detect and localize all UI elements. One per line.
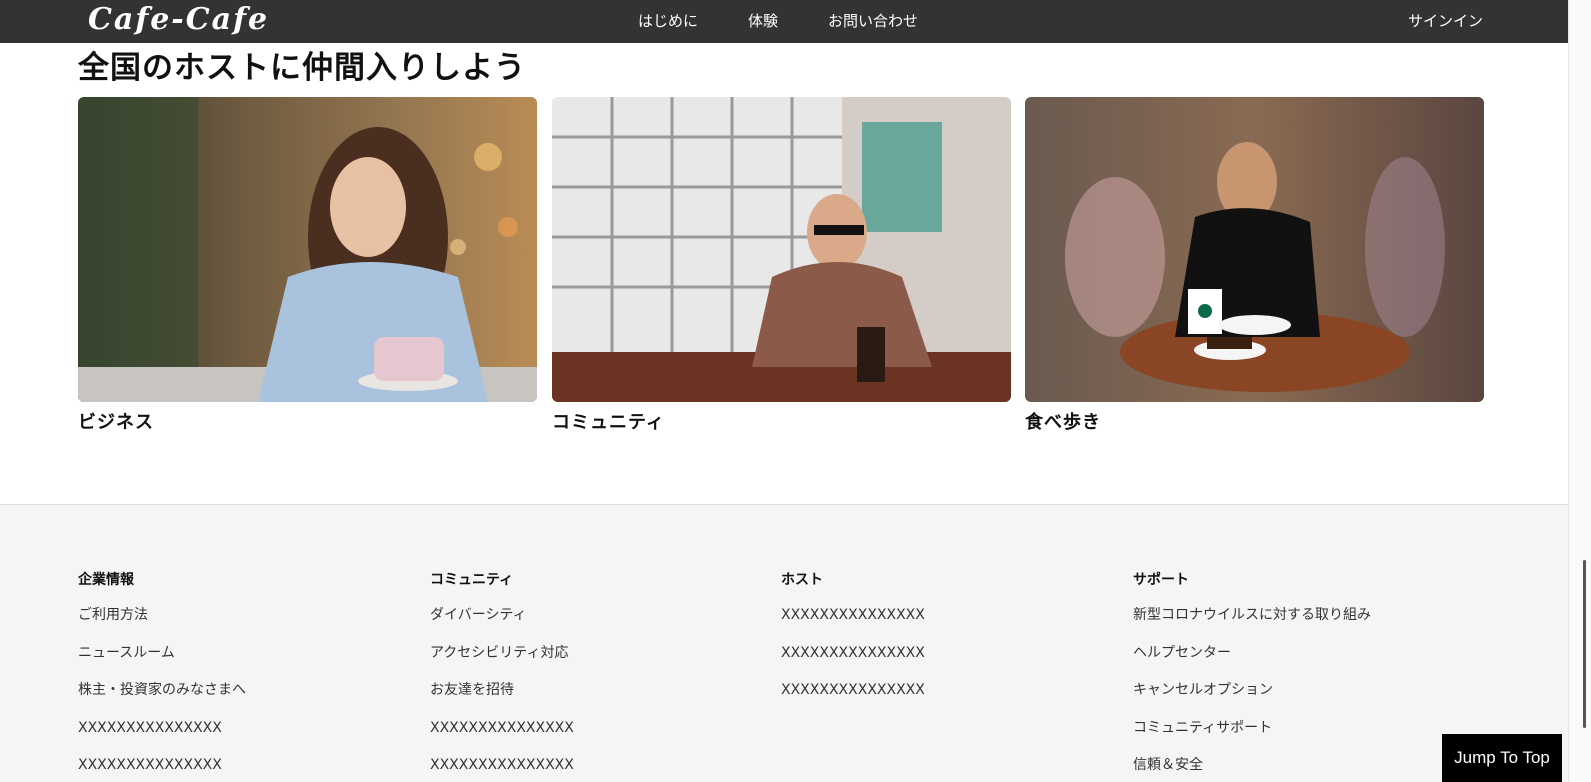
footer-link[interactable]: キャンセルオプション [1133,680,1463,718]
card-label: コミュニティ [552,412,665,433]
footer-link[interactable]: コミュニティサポート [1133,718,1463,756]
footer-link[interactable]: ご利用方法 [78,605,408,643]
footer-column-company: 企業情報 ご利用方法 ニュースルーム 株主・投資家のみなさまへ XXXXXXXX… [78,569,408,782]
footer-link[interactable]: 株主・投資家のみなさまへ [78,680,408,718]
woman-on-phone-cafe-photo[interactable] [78,97,537,402]
footer-link[interactable]: ヘルプセンター [1133,643,1463,681]
footer-link[interactable]: 信頼＆安全 [1133,755,1463,782]
footer-column-support: サポート 新型コロナウイルスに対する取り組み ヘルプセンター キャンセルオプショ… [1133,569,1463,782]
man-sunglasses-cafe-photo[interactable] [552,97,1011,402]
footer-link[interactable]: XXXXXXXXXXXXXXX [430,718,760,756]
footer-link[interactable]: 新型コロナウイルスに対する取り組み [1133,605,1463,643]
footer-heading: サポート [1133,572,1189,588]
main-nav: はじめに 体験 お問い合わせ [638,10,918,31]
page: Cafe-Cafe はじめに 体験 お問い合わせ サインイン 全国のホストに仲間… [0,0,1591,782]
nav-item-contact[interactable]: お問い合わせ [828,10,918,31]
footer-link[interactable]: XXXXXXXXXXXXXXX [781,643,1111,681]
site-logo[interactable]: Cafe-Cafe [88,2,269,37]
footer-link[interactable]: XXXXXXXXXXXXXXX [78,718,408,756]
footer-link[interactable]: XXXXXXXXXXXXXXX [781,605,1111,643]
footer-link[interactable]: お友達を招待 [430,680,760,718]
footer: 企業情報 ご利用方法 ニュースルーム 株主・投資家のみなさまへ XXXXXXXX… [0,504,1568,782]
card-grid: ビジネス コミュニティ 食べ歩き [78,97,1484,437]
footer-column-host: ホスト XXXXXXXXXXXXXXX XXXXXXXXXXXXXXX XXXX… [781,569,1111,718]
page-scrollbar-thumb[interactable] [1583,560,1586,728]
card-label: ビジネス [78,412,154,433]
footer-link[interactable]: XXXXXXXXXXXXXXX [430,755,760,782]
jump-to-top-button[interactable]: Jump To Top [1442,734,1562,782]
woman-eating-cafe-photo[interactable] [1025,97,1484,402]
section-title: 全国のホストに仲間入りしよう [78,50,526,86]
footer-heading: コミュニティ [430,572,514,588]
top-navbar: Cafe-Cafe はじめに 体験 お問い合わせ サインイン [0,0,1568,43]
footer-link[interactable]: ダイバーシティ [430,605,760,643]
nav-item-experience[interactable]: 体験 [748,10,778,31]
footer-heading: 企業情報 [78,572,134,588]
card-food-tour[interactable]: 食べ歩き [1025,97,1484,434]
footer-link[interactable]: ニュースルーム [78,643,408,681]
footer-link[interactable]: アクセシビリティ対応 [430,643,760,681]
card-business[interactable]: ビジネス [78,97,537,434]
footer-link[interactable]: XXXXXXXXXXXXXXX [781,680,1111,718]
card-community[interactable]: コミュニティ [552,97,1011,434]
footer-column-community: コミュニティ ダイバーシティ アクセシビリティ対応 お友達を招待 XXXXXXX… [430,569,760,782]
page-scrollbar-track[interactable] [1568,0,1591,782]
signin-link[interactable]: サインイン [1408,10,1483,31]
footer-link[interactable]: XXXXXXXXXXXXXXX [78,755,408,782]
nav-item-intro[interactable]: はじめに [638,10,698,31]
footer-heading: ホスト [781,572,823,588]
card-label: 食べ歩き [1025,412,1101,433]
